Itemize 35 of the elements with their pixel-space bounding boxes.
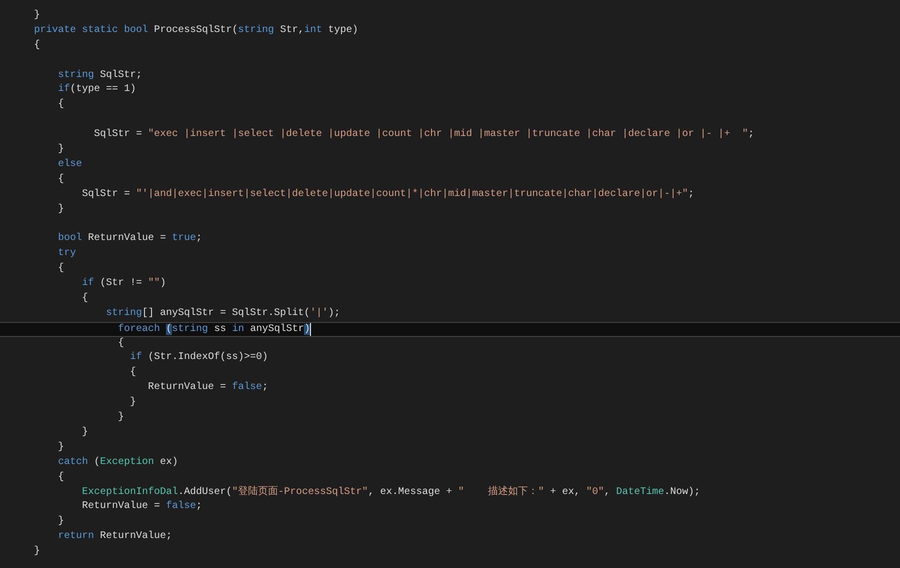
code-line: } xyxy=(117,411,124,426)
code-line: } xyxy=(57,202,64,217)
code-line: } xyxy=(129,396,136,410)
text-cursor xyxy=(310,322,312,336)
code-line: { xyxy=(57,172,64,187)
code-line: bool ReturnValue = true; xyxy=(57,232,202,246)
code-line: private static bool ProcessSqlStr(string Str,int type) xyxy=(34,24,358,38)
code-line: { xyxy=(57,262,64,276)
code-line: string[] anySqlStr = SqlStr.Split('|'); xyxy=(105,306,340,321)
code-line: } xyxy=(57,143,64,158)
code-line: else xyxy=(57,158,82,172)
code-line: return ReturnValue; xyxy=(57,530,172,544)
code-line: foreach (string ss in anySqlStr) xyxy=(117,322,310,336)
code-line: } xyxy=(57,515,64,530)
code-line: } xyxy=(34,545,40,560)
code-line: if (Str.IndexOf(ss)>=0) xyxy=(129,351,268,366)
code-line: { xyxy=(34,38,40,53)
code-line: if(type == 1) xyxy=(57,83,136,98)
code-line: if (Str != "") xyxy=(81,277,166,292)
code-line: { xyxy=(57,98,64,112)
code-line: string SqlStr; xyxy=(57,68,142,83)
code-line: ReturnValue = false; xyxy=(147,381,268,396)
code-line: catch (Exception ex) xyxy=(57,456,178,470)
code-line: } xyxy=(34,9,40,23)
code-line: { xyxy=(81,292,88,306)
code-line: try xyxy=(57,247,76,262)
code-line: ExceptionInfoDal.AddUser("登陆页面-ProcessSqlStr", ex.Message + " 描述如下：" + ex, "0", DateTime.Now); xyxy=(81,486,700,500)
code-line: ReturnValue = false; xyxy=(81,500,202,514)
code-line: { xyxy=(129,366,136,380)
code-line: SqlStr = "'|and|exec|insert|select|delete|update|count|*|chr|mid|master|truncate|char|declare|or|-|+"; xyxy=(81,188,694,202)
code-line: { xyxy=(57,470,64,485)
code-line: } xyxy=(57,440,64,455)
code-line: } xyxy=(81,426,88,440)
code-line: SqlStr = "exec |insert |select |delete |update |count |chr |mid |master |truncate |char |declare |or |- |+ "; xyxy=(93,128,754,142)
code-line: { xyxy=(117,336,124,351)
